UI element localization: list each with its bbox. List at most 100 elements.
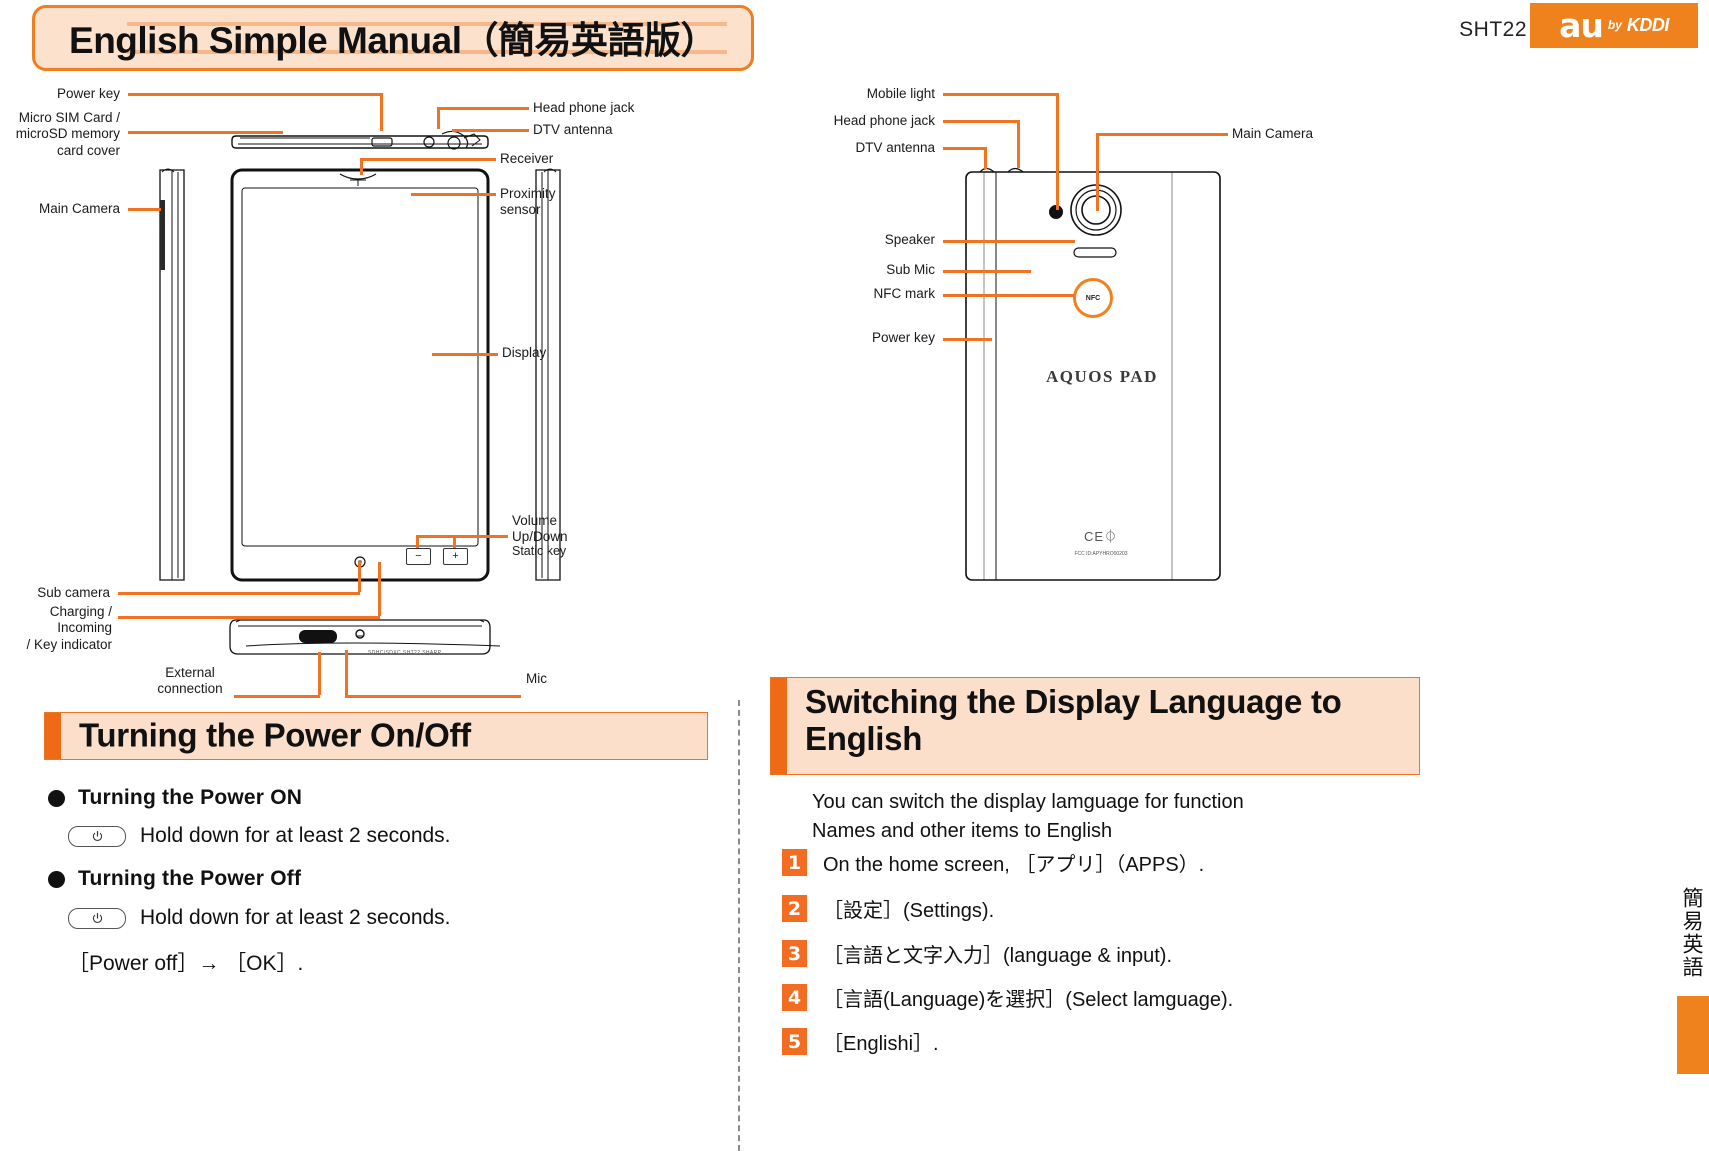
aquos-pad-brand: AQUOS PAD <box>1046 367 1158 386</box>
side-tab-accent <box>1677 996 1709 1074</box>
page-title-box: English Simple Manual（簡易英語版） <box>32 5 754 71</box>
power-on-instruction: Hold down for at least 2 seconds. <box>140 824 451 847</box>
manual-page: English Simple Manual（簡易英語版） SHT22 au by… <box>0 0 1709 1151</box>
label-mic: Mic <box>526 671 547 686</box>
label-mobile-light: Mobile light <box>866 86 935 101</box>
label-power-key: Power key <box>56 86 120 101</box>
leader-sub-camera-v <box>358 562 361 592</box>
label-sub-mic: Sub Mic <box>886 262 935 277</box>
label-proximity-sensor: Proximity sensor <box>500 186 556 218</box>
leader-mic <box>345 695 521 698</box>
language-section-accent-bar <box>771 678 787 774</box>
power-key-icon <box>68 825 126 847</box>
leader-display <box>432 353 498 356</box>
leader-dtv-antenna-back-v <box>984 147 987 169</box>
power-section-title: Turning the Power On/Off <box>79 716 471 754</box>
label-volume: Volume Up/Down <box>512 513 568 545</box>
leader-power-key-v <box>380 93 383 131</box>
leader-nfc-mark <box>943 294 1075 297</box>
power-off-bullet: Turning the Power Off <box>48 867 301 891</box>
leader-external-connection-v <box>318 652 321 695</box>
leader-head-phone-jack-back <box>943 120 1019 123</box>
leader-volume-v1 <box>416 535 419 549</box>
step-number-3: 3 <box>782 940 807 967</box>
leader-sub-mic <box>943 270 1031 273</box>
leader-main-camera-back <box>1096 133 1228 136</box>
leader-head-phone-jack-back-v <box>1017 120 1020 168</box>
leader-dtv-antenna-front <box>452 129 529 132</box>
volume-up-button: + <box>443 548 468 565</box>
page-title: English Simple Manual（簡易英語版） <box>69 19 717 61</box>
volume-up-glyph: + <box>452 550 459 562</box>
step-text-4: ［言語(Language)を選択］(Select lamguage). <box>823 989 1234 1011</box>
label-indicator: Charging / Incoming / Key indicator <box>26 604 112 652</box>
au-logo-carrier: KDDI <box>1626 14 1670 35</box>
label-head-phone-jack-front: Head phone jack <box>533 100 635 115</box>
leader-power-key-back <box>943 338 992 341</box>
step-number-4: 4 <box>782 984 807 1011</box>
ce-marking-sub: FCC ID:APYHRO00203 <box>1074 551 1128 558</box>
label-dtv-antenna-front: DTV antenna <box>533 122 613 137</box>
leader-proximity-sensor <box>411 193 496 196</box>
ce-marking: CE⏀ FCC ID:APYHRO00203 <box>1074 529 1128 558</box>
power-off-instruction-row: Hold down for at least 2 seconds. <box>68 906 451 930</box>
leader-indicator <box>118 616 380 619</box>
label-receiver: Receiver <box>500 151 554 166</box>
label-power-key-back: Power key <box>871 330 935 345</box>
bullet-dot-icon <box>48 789 65 807</box>
power-symbol-icon <box>92 830 102 841</box>
leader-speaker <box>943 240 1075 243</box>
language-step-1: 1 On the home screen, ［アプリ］（APPS）. <box>782 848 1204 877</box>
label-main-camera-front: Main Camera <box>38 201 120 216</box>
leader-volume-bracket <box>416 535 508 538</box>
leader-volume-v2 <box>453 535 456 549</box>
leader-mobile-light-v <box>1056 93 1059 210</box>
side-tab-label: 簡易英語 <box>1680 887 1704 979</box>
power-on-instruction-row: Hold down for at least 2 seconds. <box>68 824 451 848</box>
label-main-camera-back: Main Camera <box>1232 126 1314 141</box>
leader-head-phone-jack-front <box>437 107 529 110</box>
nfc-mark-text: NFC <box>1085 294 1101 302</box>
side-tab-japanese: 簡易英語 <box>1675 872 1709 994</box>
power-on-label: Turning the Power ON <box>78 786 303 809</box>
au-kddi-logo: au by KDDI <box>1530 3 1698 48</box>
leader-mobile-light <box>943 93 1058 96</box>
bullet-dot-icon-2 <box>48 870 65 888</box>
language-step-2: 2 ［設定］(Settings). <box>782 894 994 923</box>
power-off-instruction: Hold down for at least 2 seconds. <box>140 906 451 929</box>
language-step-5: 5 ［Englishi］. <box>782 1027 939 1056</box>
volume-down-glyph: − <box>415 550 422 562</box>
model-code: SHT22 <box>1459 18 1527 41</box>
step-number-2: 2 <box>782 895 807 922</box>
power-key-icon-2 <box>68 907 126 929</box>
leader-main-camera-front <box>128 208 161 211</box>
au-logo-by: by <box>1607 17 1622 32</box>
leader-dtv-antenna-back <box>943 147 986 150</box>
front-bottom-silkscreen: SDHC/SDXC SHT22 SHARP <box>368 650 442 656</box>
leader-mic-v <box>345 650 348 695</box>
step-text-2: ［設定］(Settings). <box>823 900 995 922</box>
label-display: Display <box>502 345 547 360</box>
leader-receiver-v <box>360 158 363 175</box>
step-text-3: ［言語と文字入力］(language & input). <box>823 945 1173 967</box>
au-logo-brand: au <box>1559 6 1604 45</box>
label-head-phone-jack-back: Head phone jack <box>833 113 935 128</box>
ce-marking-text: CE <box>1083 529 1105 544</box>
power-off-confirm: ［Power off］→ ［OK］. <box>68 952 304 975</box>
language-step-3: 3 ［言語と文字入力］(language & input). <box>782 939 1172 968</box>
language-section-intro: You can switch the display lamguage for … <box>812 791 1244 842</box>
label-sub-camera: Sub camera <box>37 585 110 600</box>
step-number-5: 5 <box>782 1028 807 1055</box>
power-on-bullet: Turning the Power ON <box>48 786 302 810</box>
label-static-key: Static key <box>512 544 567 558</box>
leader-receiver <box>360 158 496 161</box>
language-section-heading: Switching the Display Language to Englis… <box>770 677 1420 775</box>
leader-indicator-v <box>378 562 381 616</box>
power-section-heading: Turning the Power On/Off <box>44 712 708 760</box>
language-step-4: 4 ［言語(Language)を選択］(Select lamguage). <box>782 983 1233 1012</box>
power-off-label: Turning the Power Off <box>78 867 302 890</box>
column-divider <box>738 700 740 1151</box>
leader-sim-cover <box>128 131 283 134</box>
step-number-1: 1 <box>782 849 807 876</box>
leader-external-connection <box>234 695 320 698</box>
